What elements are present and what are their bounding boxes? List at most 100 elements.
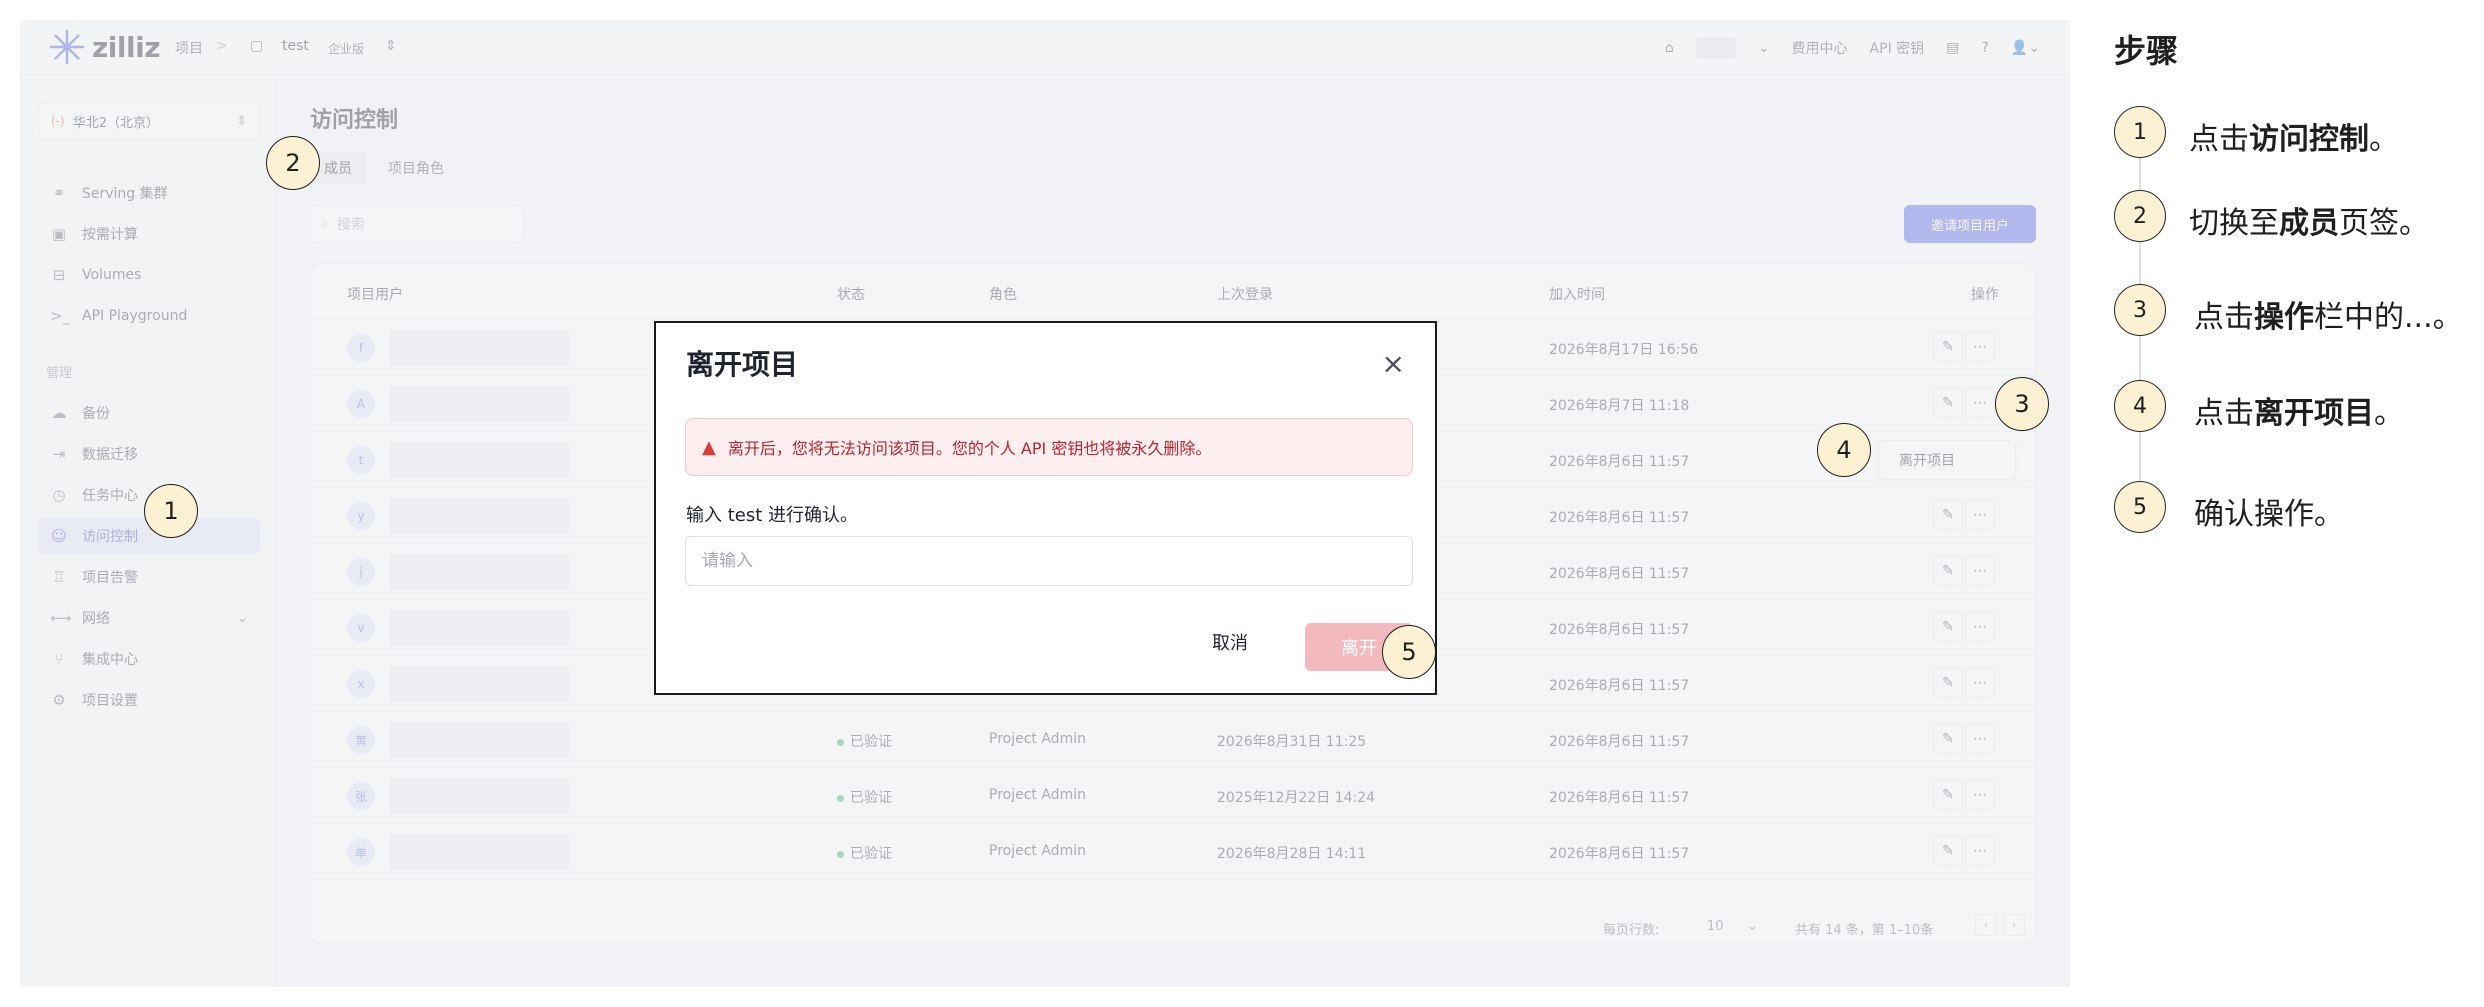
status-dot-icon xyxy=(837,850,844,858)
joined-cell: 2026年8月6日 11:57 xyxy=(1549,510,1690,526)
rows-per-page-label: 每页行数: xyxy=(1603,923,1660,938)
next-page-button[interactable]: › xyxy=(2003,914,2025,936)
tab-project-roles[interactable]: 项目角色 xyxy=(374,152,458,184)
sidebar-item-integrations[interactable]: ⑂ 集成中心 xyxy=(38,641,260,677)
api-key-link[interactable]: API 密钥 xyxy=(1870,38,1925,58)
more-actions-icon[interactable]: ⋯ xyxy=(1965,556,1995,586)
step-marker-5: 5 xyxy=(2114,481,2166,533)
chevron-down-icon[interactable]: ⌄ xyxy=(1747,919,1758,934)
folder-icon: ▢ xyxy=(250,38,264,54)
last-login-cell: 2026年8月31日 11:25 xyxy=(1217,734,1367,750)
terminal-icon: >_ xyxy=(50,307,71,325)
step-text-2: 切换至成员页签。 xyxy=(2189,198,2429,242)
sidebar-item-serving[interactable]: ⚭ Serving 集群 xyxy=(38,175,260,211)
plan-badge: 企业版 xyxy=(328,42,365,56)
column-header-role: 角色 xyxy=(989,287,1017,303)
sidebar-item-label: 访问控制 xyxy=(82,529,138,545)
zilliz-star-icon xyxy=(49,29,85,65)
clock-icon: ◷ xyxy=(52,486,66,504)
doc-icon[interactable]: ▤ xyxy=(1946,40,1959,56)
user-name-redacted xyxy=(389,610,569,646)
sidebar-item-playground[interactable]: >_ API Playground xyxy=(38,298,260,334)
close-icon[interactable]: × xyxy=(1382,347,1405,380)
region-switch-icon: ⇕ xyxy=(236,113,247,129)
more-actions-icon[interactable]: ⋯ xyxy=(1965,500,1995,530)
sidebar-item-label: 按需计算 xyxy=(82,227,138,243)
edit-icon[interactable]: ✎ xyxy=(1933,836,1963,866)
project-switch-icon[interactable]: ⇕ xyxy=(385,38,397,54)
help-icon[interactable]: ? xyxy=(1981,40,1988,56)
joined-cell: 2026年8月17日 16:56 xyxy=(1549,342,1699,358)
region-selector[interactable]: (-) 华北2（北京） ⇕ xyxy=(38,102,260,140)
org-switcher[interactable] xyxy=(1695,37,1736,59)
more-actions-icon[interactable]: ⋯ xyxy=(1965,612,1995,642)
step-text-post: 。 xyxy=(2369,122,2399,157)
billing-link[interactable]: 费用中心 xyxy=(1792,38,1848,58)
search-input[interactable]: ⌕ 搜索 xyxy=(310,205,524,243)
step-marker-3: 3 xyxy=(2114,284,2166,336)
step-text-bold: 离开项目 xyxy=(2254,396,2374,431)
step-marker-4: 4 xyxy=(2114,380,2166,432)
sidebar-item-settings[interactable]: ⚙ 项目设置 xyxy=(38,682,260,718)
sidebar-item-label: 数据迁移 xyxy=(82,447,138,463)
user-name-redacted xyxy=(389,386,569,422)
sidebar-item-compute[interactable]: ▣ 按需计算 xyxy=(38,216,260,252)
more-actions-icon[interactable]: ⋯ xyxy=(1965,724,1995,754)
sidebar-item-label: Serving 集群 xyxy=(82,186,168,202)
user-name-redacted xyxy=(389,778,569,814)
sidebar-item-alerts[interactable]: ♖ 项目告警 xyxy=(38,559,260,595)
status-badge: 已验证 xyxy=(837,731,892,751)
more-actions-icon[interactable]: ⋯ xyxy=(1965,836,1995,866)
step-text-3: 点击操作栏中的...。 xyxy=(2194,292,2463,336)
edit-icon[interactable]: ✎ xyxy=(1933,388,1963,418)
user-icon[interactable]: 👤⌄ xyxy=(2011,40,2040,56)
edit-icon[interactable]: ✎ xyxy=(1933,724,1963,754)
edit-icon[interactable]: ✎ xyxy=(1933,780,1963,810)
edit-icon[interactable]: ✎ xyxy=(1933,332,1963,362)
cancel-button[interactable]: 取消 xyxy=(1212,629,1248,655)
breadcrumb-projects[interactable]: 项目 xyxy=(175,38,203,58)
chevron-down-icon[interactable]: ⌄ xyxy=(1758,40,1770,56)
sidebar-item-network[interactable]: ⟷ 网络 ⌄ xyxy=(38,600,260,636)
step-text-bold: 操作 xyxy=(2254,300,2314,335)
sidebar-item-volumes[interactable]: ⊟ Volumes xyxy=(38,257,260,293)
prev-page-button[interactable]: ‹ xyxy=(1975,914,1997,936)
more-actions-icon[interactable]: ⋯ xyxy=(1965,388,1995,418)
user-name-redacted xyxy=(389,722,569,758)
pagination-total: 共有 14 条，第 1–10条 xyxy=(1795,923,1934,938)
org-icon[interactable]: ⌂ xyxy=(1665,40,1674,56)
avatar: v xyxy=(347,614,375,642)
step-text-bold: 访问控制 xyxy=(2249,122,2369,157)
invite-user-button[interactable]: 邀请项目用户 xyxy=(1904,205,2036,243)
sidebar-item-backup[interactable]: ☁ 备份 xyxy=(38,395,260,431)
more-actions-icon[interactable]: ⋯ xyxy=(1965,332,1995,362)
user-name-redacted xyxy=(389,554,569,590)
sidebar-item-migration[interactable]: ⇥ 数据迁移 xyxy=(38,436,260,472)
rows-per-page-select[interactable]: 10 xyxy=(1707,919,1724,934)
more-actions-icon[interactable]: ⋯ xyxy=(1965,668,1995,698)
modal-title: 离开项目 xyxy=(686,348,799,381)
edit-icon[interactable]: ✎ xyxy=(1933,500,1963,530)
confirm-input[interactable] xyxy=(685,536,1413,586)
edit-icon[interactable]: ✎ xyxy=(1933,668,1963,698)
settings-icon: ⚙ xyxy=(52,691,66,709)
chevron-right-icon: > xyxy=(216,38,228,54)
sidebar-item-label: 项目设置 xyxy=(82,693,138,709)
user-name-redacted xyxy=(389,834,569,870)
project-name[interactable]: test xyxy=(282,38,309,54)
avatar: A xyxy=(347,390,375,418)
zilliz-logo[interactable]: zilliz xyxy=(48,28,160,66)
step-text-post: 页签。 xyxy=(2339,206,2429,241)
joined-cell: 2026年8月6日 11:57 xyxy=(1549,846,1690,862)
more-actions-icon[interactable]: ⋯ xyxy=(1965,780,1995,810)
edit-icon[interactable]: ✎ xyxy=(1933,612,1963,642)
step-marker-1: 1 xyxy=(2114,106,2166,158)
column-header-actions: 操作 xyxy=(1971,287,1999,303)
table-header: 项目用户 状态 角色 上次登录 加入时间 操作 xyxy=(311,264,2035,320)
dropdown-leave-project[interactable]: 离开项目 xyxy=(1878,440,2016,480)
sidebar-item-label: 网络 xyxy=(82,611,110,627)
avatar: y xyxy=(347,502,375,530)
alarm-icon: ♖ xyxy=(52,568,66,586)
region-tag-icon: (-) xyxy=(51,114,65,128)
edit-icon[interactable]: ✎ xyxy=(1933,556,1963,586)
